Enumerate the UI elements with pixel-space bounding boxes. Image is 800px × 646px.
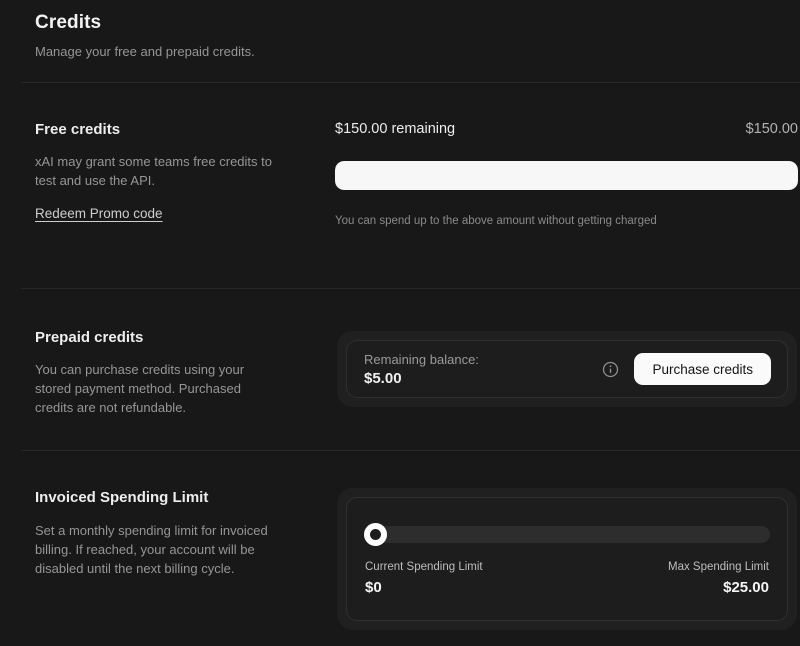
section-divider [21,288,800,289]
remaining-balance-label: Remaining balance: [364,352,479,367]
free-credits-description: xAI may grant some teams free credits to… [35,152,280,190]
balance-block: Remaining balance: $5.00 [364,352,479,387]
prepaid-actions: Purchase credits [602,353,771,385]
invoiced-spending-limit-heading: Invoiced Spending Limit [35,489,208,506]
max-spending-limit-label: Max Spending Limit [668,561,769,573]
spending-limit-card: Current Spending Limit $0 Max Spending L… [337,488,797,630]
current-spending-limit-value: $0 [365,579,382,596]
prepaid-balance-card: Remaining balance: $5.00 Purchase credit… [337,331,797,407]
section-divider [21,450,800,451]
invoiced-spending-limit-description: Set a monthly spending limit for invoice… [35,521,280,578]
spending-limit-slider-handle[interactable] [364,523,387,546]
current-spending-limit-label: Current Spending Limit [365,561,483,573]
info-circle-icon[interactable] [602,361,619,378]
purchase-credits-button[interactable]: Purchase credits [634,353,771,385]
prepaid-credits-heading: Prepaid credits [35,329,143,346]
max-spending-limit-value: $25.00 [723,579,769,596]
page-subtitle: Manage your free and prepaid credits. [35,44,255,59]
header-divider [21,82,800,83]
free-credits-caption: You can spend up to the above amount wit… [335,215,657,227]
page-title: Credits [35,12,101,34]
free-credits-progress-bar [335,161,798,190]
prepaid-credits-description: You can purchase credits using your stor… [35,360,280,417]
spending-limit-panel: Current Spending Limit $0 Max Spending L… [346,497,788,621]
free-credits-total-amount: $150.00 [746,121,798,137]
free-credits-progress-fill [335,161,798,190]
spending-limit-slider-track[interactable] [364,526,770,543]
prepaid-balance-panel: Remaining balance: $5.00 Purchase credit… [346,340,788,398]
free-credits-heading: Free credits [35,121,120,138]
free-credits-remaining-amount: $150.00 remaining [335,121,455,137]
redeem-promo-code-link[interactable]: Redeem Promo code [35,206,163,221]
remaining-balance-value: $5.00 [364,370,479,387]
